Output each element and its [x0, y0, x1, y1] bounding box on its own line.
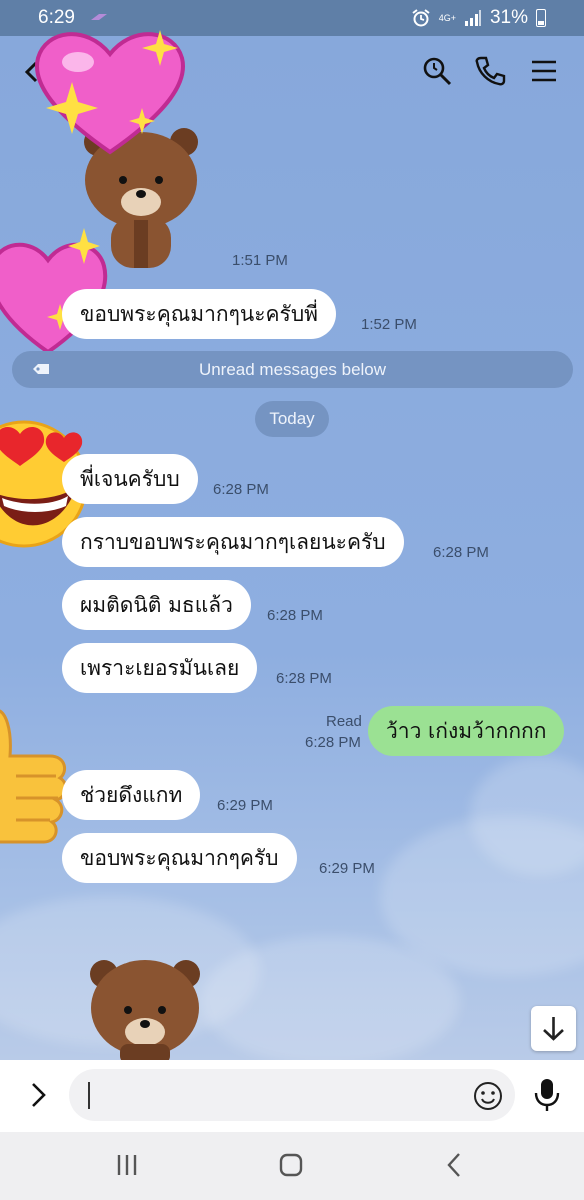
tag-icon — [33, 364, 49, 374]
notification-icon — [91, 14, 107, 20]
message-text: ขอบพระคุณมากๆนะครับพี่ — [80, 302, 318, 326]
sticker-timestamp: 1:51 PM — [232, 252, 288, 269]
message-time: 6:28 PM — [267, 607, 323, 624]
heart-sparkle-sticker — [35, 30, 185, 155]
arrow-down-icon — [543, 1017, 564, 1041]
thumbs-up-sticker — [0, 709, 68, 844]
message-bubble[interactable]: เพราะเยอรมันเลย — [62, 643, 258, 693]
battery-percent: 31% — [489, 7, 528, 28]
network-type: 4G+ — [438, 12, 456, 23]
read-receipt: Read — [326, 713, 362, 730]
message-text: ช่วยดึงแกท — [80, 783, 183, 807]
battery-icon — [536, 9, 546, 27]
message-text: กราบขอบพระคุณมากๆเลยนะครับ — [80, 530, 386, 554]
message-bubble[interactable]: ช่วยดึงแกท — [62, 770, 201, 820]
emoji-icon[interactable] — [472, 1080, 504, 1112]
outgoing-message-bubble[interactable]: ว้าว เก่งมว้ากกกก — [368, 706, 565, 756]
message-text: ขอบพระคุณมากๆครับ — [80, 846, 279, 870]
message-time: 6:28 PM — [213, 481, 269, 498]
signal-icon — [464, 10, 481, 26]
message-bubble[interactable]: ขอบพระคุณมากๆนะครับพี่ — [62, 289, 336, 339]
message-text: เพราะเยอรมันเลย — [80, 656, 240, 680]
message-text: ว้าว เก่งมว้ากกกก — [386, 719, 547, 743]
message-time: 6:28 PM — [433, 544, 489, 561]
recent-apps-icon[interactable] — [111, 1150, 143, 1180]
alarm-icon — [412, 9, 430, 27]
menu-icon[interactable] — [527, 54, 561, 88]
message-bubble[interactable]: ผมติดนิติ มธแล้ว — [62, 580, 251, 630]
message-text: ผมติดนิติ มธแล้ว — [80, 593, 233, 617]
message-time: 6:29 PM — [319, 860, 375, 877]
home-icon[interactable] — [275, 1150, 307, 1180]
message-time: 6:29 PM — [217, 797, 273, 814]
message-time: 6:28 PM — [276, 670, 332, 687]
date-separator: Today — [255, 401, 329, 437]
unread-label: Unread messages below — [198, 360, 387, 379]
unread-messages-banner[interactable]: Unread messages below — [12, 351, 573, 388]
bear-sticker-2 — [90, 960, 200, 1064]
message-text: พี่เจนครับบ — [80, 467, 180, 491]
message-input[interactable] — [69, 1069, 515, 1121]
chevron-right-icon[interactable] — [28, 1080, 50, 1110]
text-caret — [88, 1082, 90, 1109]
scroll-to-bottom-button[interactable] — [531, 1006, 576, 1051]
message-time: 1:52 PM — [361, 316, 417, 333]
message-bubble[interactable]: พี่เจนครับบ — [62, 454, 198, 504]
message-bubble[interactable]: กราบขอบพระคุณมากๆเลยนะครับ — [62, 517, 404, 567]
search-icon[interactable] — [420, 54, 454, 88]
message-bubble[interactable]: ขอบพระคุณมากๆครับ — [62, 833, 297, 883]
phone-icon[interactable] — [473, 54, 507, 88]
status-right: 4G+ 31% — [411, 7, 546, 29]
message-time: 6:28 PM — [305, 734, 361, 751]
microphone-icon[interactable] — [533, 1077, 561, 1113]
back-nav-icon[interactable] — [439, 1150, 471, 1180]
